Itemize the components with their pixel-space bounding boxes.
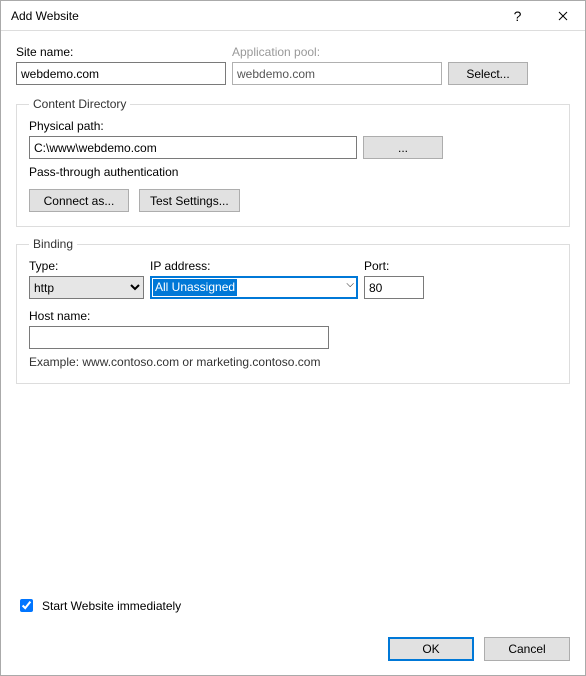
help-button[interactable]: ?: [495, 1, 540, 31]
browse-button[interactable]: ...: [363, 136, 443, 159]
binding-legend: Binding: [29, 237, 77, 251]
chevron-down-icon: ⌵: [346, 279, 354, 290]
port-input[interactable]: [364, 276, 424, 299]
physical-path-label: Physical path:: [29, 119, 557, 133]
binding-group: Binding Type: http IP address: All Unass…: [16, 237, 570, 384]
ip-address-select[interactable]: All Unassigned ⌵: [150, 276, 358, 299]
window-title: Add Website: [11, 9, 495, 23]
host-name-input[interactable]: [29, 326, 329, 349]
content-directory-group: Content Directory Physical path: ... Pas…: [16, 97, 570, 227]
app-pool-label: Application pool:: [232, 45, 442, 59]
dialog-footer: Start Website immediately OK Cancel: [1, 586, 585, 675]
host-name-label: Host name:: [29, 309, 329, 323]
dialog-content: Site name: Application pool: Select... C…: [1, 31, 585, 384]
ip-label: IP address:: [150, 259, 358, 273]
ok-button[interactable]: OK: [388, 637, 474, 661]
host-name-example: Example: www.contoso.com or marketing.co…: [29, 355, 557, 369]
pass-through-label: Pass-through authentication: [29, 165, 557, 179]
content-directory-legend: Content Directory: [29, 97, 130, 111]
cancel-button[interactable]: Cancel: [484, 637, 570, 661]
app-pool-input: [232, 62, 442, 85]
start-immediately-checkbox[interactable]: [20, 599, 33, 612]
titlebar: Add Website ?: [1, 1, 585, 31]
ip-address-value: All Unassigned: [153, 279, 237, 296]
site-name-label: Site name:: [16, 45, 226, 59]
type-select[interactable]: http: [29, 276, 144, 299]
site-name-input[interactable]: [16, 62, 226, 85]
type-label: Type:: [29, 259, 144, 273]
close-button[interactable]: [540, 1, 585, 31]
select-app-pool-button[interactable]: Select...: [448, 62, 528, 85]
test-settings-button[interactable]: Test Settings...: [139, 189, 240, 212]
connect-as-button[interactable]: Connect as...: [29, 189, 129, 212]
port-label: Port:: [364, 259, 424, 273]
start-immediately-label: Start Website immediately: [42, 599, 181, 613]
physical-path-input[interactable]: [29, 136, 357, 159]
close-icon: [558, 11, 568, 21]
